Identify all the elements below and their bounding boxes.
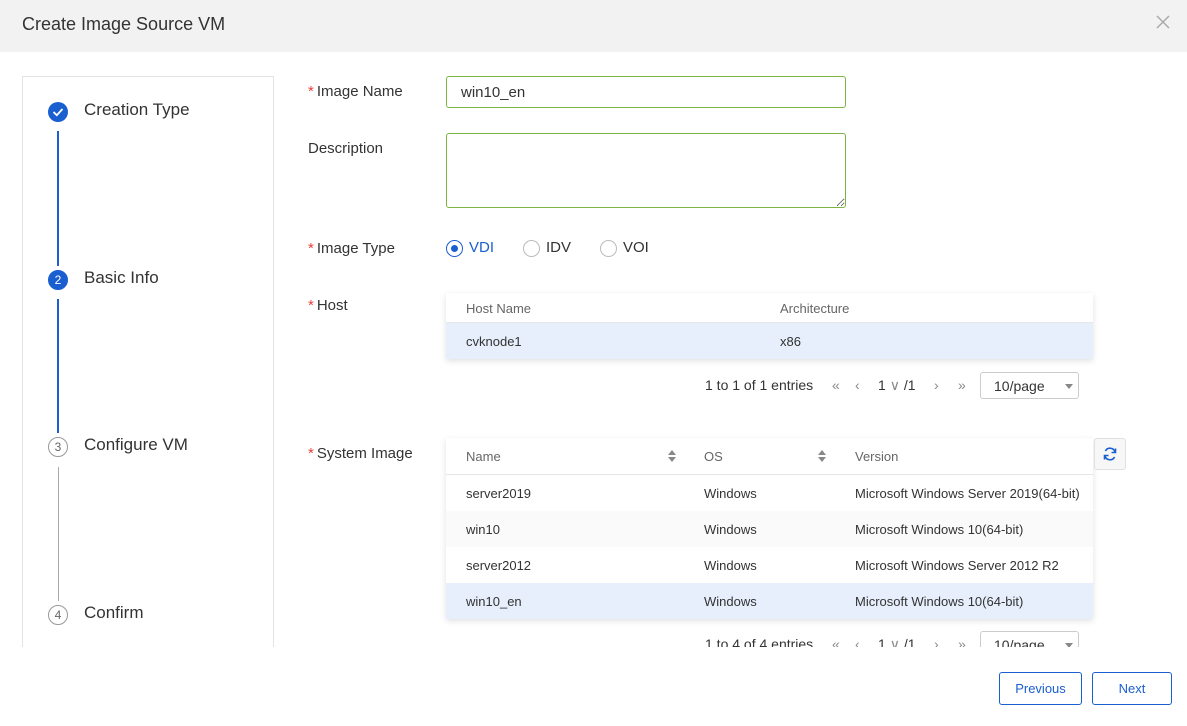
- column-header-host-name: Host Name: [466, 301, 532, 316]
- step-label: Configure VM: [84, 435, 188, 454]
- table-header: Name OS Version: [446, 438, 1093, 475]
- radio-checked-icon: [446, 240, 463, 257]
- sort-icon[interactable]: [667, 449, 677, 463]
- column-header-os: OS: [704, 449, 723, 464]
- step-number: 4: [48, 605, 68, 625]
- check-icon: [48, 102, 68, 122]
- prev-page-icon[interactable]: ‹: [855, 377, 860, 393]
- host-pagination: 1 to 1 of 1 entries « ‹ 1 ∨ /1 › » 10/pa…: [705, 372, 1085, 399]
- step-label: Confirm: [84, 603, 144, 622]
- dialog-title: Create Image Source VM: [22, 14, 226, 34]
- pagination-info: 1 to 1 of 1 entries: [705, 377, 814, 393]
- image-name-label: * Image Name: [308, 83, 403, 100]
- host-label: * Host: [308, 297, 348, 314]
- step-connector: [58, 467, 59, 601]
- last-page-icon[interactable]: »: [958, 377, 966, 393]
- system-image-table: Name OS Version server2019 Windows Micro…: [446, 438, 1093, 619]
- table-row[interactable]: server2012 Windows Microsoft Windows Ser…: [446, 547, 1093, 583]
- refresh-button[interactable]: [1094, 438, 1126, 470]
- radio-unchecked-icon: [600, 240, 617, 257]
- next-page-icon[interactable]: ›: [934, 377, 939, 393]
- table-row[interactable]: server2019 Windows Microsoft Windows Ser…: [446, 475, 1093, 511]
- refresh-icon: [1103, 447, 1117, 461]
- required-mark: *: [308, 83, 314, 100]
- required-mark: *: [308, 297, 314, 314]
- description-textarea[interactable]: [446, 133, 846, 208]
- step-number: 2: [48, 270, 68, 290]
- description-label: Description: [308, 140, 384, 157]
- image-name-input[interactable]: [446, 76, 846, 108]
- host-table: Host Name Architecture cvknode1 x86: [446, 293, 1093, 359]
- caret-down-icon: [1065, 384, 1073, 389]
- column-header-version: Version: [855, 449, 899, 464]
- column-header-name: Name: [466, 449, 501, 464]
- table-row[interactable]: win10_en Windows Microsoft Windows 10(64…: [446, 583, 1093, 619]
- first-page-icon[interactable]: «: [832, 377, 840, 393]
- page-number[interactable]: 1 ∨ /1: [878, 377, 916, 394]
- required-mark: *: [308, 240, 314, 257]
- step-number: 3: [48, 437, 68, 457]
- table-header: Host Name Architecture: [446, 293, 1093, 323]
- table-row[interactable]: win10 Windows Microsoft Windows 10(64-bi…: [446, 511, 1093, 547]
- previous-button[interactable]: Previous: [999, 672, 1082, 705]
- column-header-architecture: Architecture: [780, 301, 850, 316]
- table-row[interactable]: cvknode1 x86: [446, 323, 1093, 359]
- next-button[interactable]: Next: [1092, 672, 1172, 705]
- radio-unchecked-icon: [523, 240, 540, 257]
- page-size-select[interactable]: 10/page: [980, 372, 1079, 399]
- sort-icon[interactable]: [817, 449, 827, 463]
- system-image-label: * System Image: [308, 445, 413, 462]
- step-connector: [57, 299, 59, 433]
- wizard-steps: Creation Type 2 Basic Info 3 Configure V…: [22, 76, 274, 656]
- step-connector: [57, 131, 59, 266]
- close-icon[interactable]: [1155, 14, 1171, 30]
- image-type-label: * Image Type: [308, 240, 395, 257]
- step-label: Creation Type: [84, 100, 190, 119]
- dialog-header: Create Image Source VM: [0, 0, 1187, 52]
- step-label: Basic Info: [84, 268, 159, 287]
- required-mark: *: [308, 445, 314, 462]
